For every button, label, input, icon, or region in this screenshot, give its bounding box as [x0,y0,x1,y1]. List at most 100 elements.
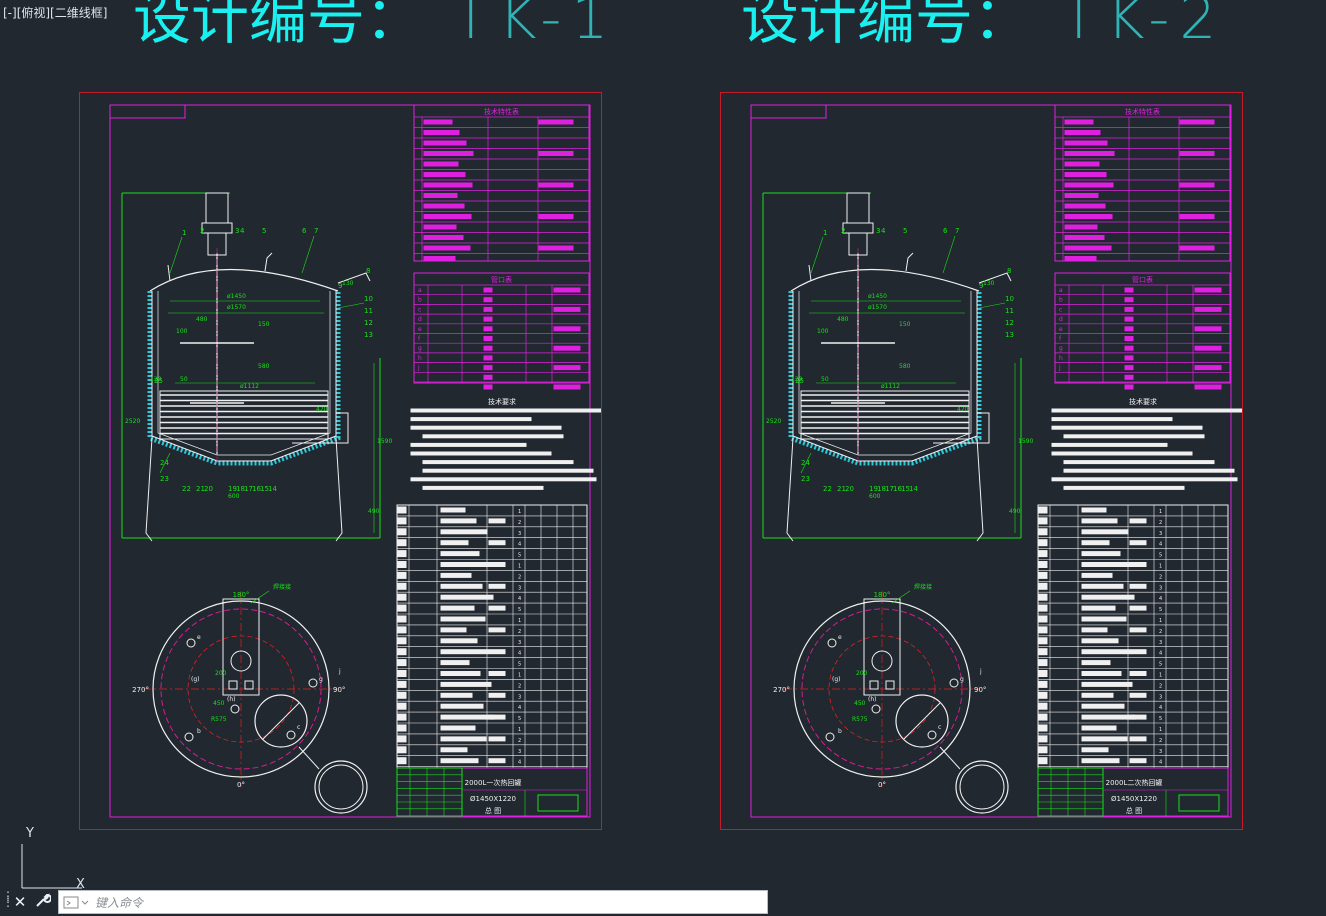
callout-number: 4 [240,227,245,235]
nozzle-mark: g [1059,345,1063,352]
nozzle-mark: j [1058,365,1061,372]
plan-nozzle-circle [927,730,937,740]
plan-angle-label: 180° [874,591,891,599]
dimension-label: 420 [957,406,969,413]
part-qty: 3 [1159,749,1162,755]
drawing-line [301,235,315,274]
nozzle-row-fill [1124,326,1134,332]
plan-nozzle-mark: g [319,676,323,683]
spec-row-fill [423,203,465,209]
plan-nozzle-mark: c [297,724,300,731]
spec-row-fill [1064,182,1114,188]
part-qty: 2 [518,738,521,744]
dimension-label: 600 [869,493,881,500]
part-name-fill [1081,649,1130,655]
part-qty: 4 [518,596,521,602]
part-spec-fill [488,627,506,633]
spec-row-fill [1064,161,1100,167]
part-name-fill [1081,692,1114,698]
part-qty: 1 [518,618,521,624]
part-no-cell [397,637,407,645]
part-no-cell [397,506,407,514]
callout-number: 17 [244,485,253,493]
title-block: 2000L一次热回罐 Ø1450X1220 总 图 [396,767,588,817]
nozzle-row-fill [1124,365,1134,371]
plan-nozzle-circle [286,730,296,740]
part-qty: 5 [518,553,521,559]
notes-title: 技术要求 [1129,397,1157,406]
part-qty: 4 [1159,542,1162,548]
spec-row-fill [1064,235,1105,240]
drawing-sheet-tk-1[interactable]: 技术特性表 管口表 a b c d e f g h j 技术要求 1 2 3 4 5 1 2 3 4 5 1 2 3 4 5 1 2 3 4… [79,92,602,830]
part-name-fill [440,725,476,731]
nozzle-row-fill [483,336,493,341]
part-qty: 1 [1159,727,1162,733]
plan-hopper [955,760,1009,814]
spec-row-fill [423,256,456,261]
callout-number: 18 [877,485,886,493]
plan-view: 180° 270° 90° 0° 450 200 R575 焊接接 e g b c j (g) (h) [132,583,368,814]
part-qty: 2 [518,629,521,635]
viewport-label[interactable]: [-][俯视][二维线框] [3,4,107,21]
coil-bundle [800,390,970,440]
wrench-icon[interactable] [34,892,52,912]
dimension-label: 130 [342,280,354,287]
dimension-label: ø1112 [881,383,900,390]
spec-row-fill [1064,193,1099,198]
nozzle-row-fill [1124,345,1134,351]
drawing-sheet-tk-2[interactable]: 技术特性表 管口表 a b c d e f g h j 技术要求 1 2 3 4 5 1 2 3 4 5 1 2 3 4 5 1 2 3 4… [720,92,1243,830]
part-name-fill [440,714,495,720]
callout-number: 13 [1005,331,1014,339]
spec-table-title: 技术特性表 [484,107,519,116]
part-spec-fill [488,714,506,720]
plan-nozzle-h [228,680,238,690]
callout-number: 11 [364,307,373,315]
callout-number: 13 [364,331,373,339]
part-spec-fill [488,758,506,764]
nozzle-row-fill [553,326,581,332]
nozzle-row-fill [483,316,493,322]
grip-handle[interactable]: ⋮ ⋮ [2,890,14,911]
callout-number: 15 [260,485,269,493]
callout-number: 12 [1005,319,1014,327]
command-prompt-icon[interactable] [63,894,93,911]
plan-nozzle-mark: (h) [227,696,235,703]
dimension-label: 2520 [125,418,140,425]
nozzle-row-fill [483,326,493,332]
part-name-fill [1081,605,1116,611]
plan-note: 焊接接 [914,583,932,591]
nozzle-mark: g [418,345,422,352]
part-no-cell [1038,670,1048,677]
plan-hopper-inner [959,764,1005,810]
note-line [410,417,532,422]
note-line [1051,417,1173,422]
part-no-cell [1038,691,1048,699]
nozzle-row-fill [483,306,493,312]
nozzle-row-fill [1194,326,1222,332]
part-name-fill [1081,681,1133,687]
callout-number: 12 [364,319,373,327]
heading-prefix: 设计编号： [133,0,424,52]
plan-nozzle-circle [949,678,959,688]
dimension-label: 600 [228,493,240,500]
command-input[interactable] [93,893,757,913]
title-block-name: 2000L二次热回罐 [1106,778,1163,787]
part-name-fill [1081,627,1108,633]
drawing-path [939,746,961,770]
part-qty: 2 [518,520,521,526]
command-input-box[interactable] [58,890,768,914]
design-number-heading-2: 设计编号： TK-2 [741,0,1226,50]
close-icon[interactable]: ✕ [11,892,29,912]
spec-row-fill [1179,151,1215,156]
nozzle-row-fill [483,355,493,361]
dimension-label: 480 [196,316,208,323]
part-name-fill [440,758,479,764]
coil-bundle [159,390,329,440]
part-no-cell [1038,735,1048,743]
part-name-fill [440,681,492,687]
top-nozzles [167,252,273,282]
spec-row-fill [423,161,459,167]
dimension-label: ø1570 [868,304,887,311]
dimension-label: 150 [899,321,911,328]
part-name-fill [1081,714,1136,720]
